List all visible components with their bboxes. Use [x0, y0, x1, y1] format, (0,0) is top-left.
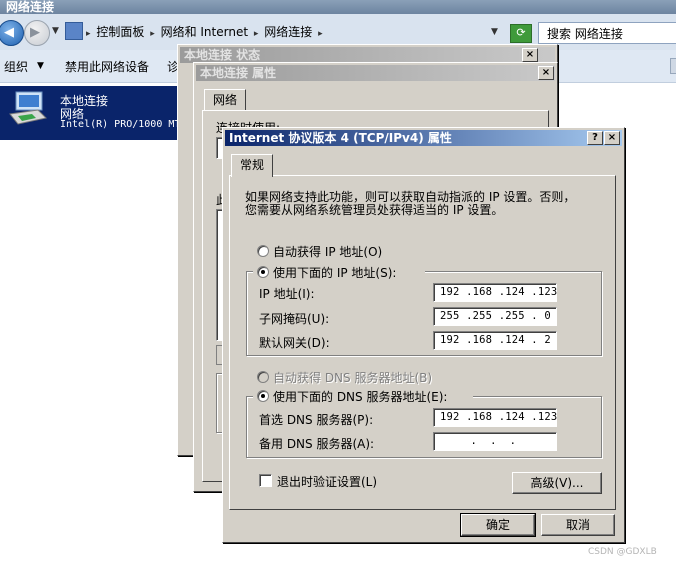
history-dropdown-icon[interactable]: ▼ — [52, 26, 59, 36]
organize-dropdown-icon[interactable]: ▼ — [37, 61, 44, 71]
manual-dns-label[interactable]: 使用下面的 DNS 服务器地址(E): — [273, 388, 447, 405]
properties-dialog-title: 本地连接 属性 — [196, 65, 555, 81]
subnet-mask-value: 255 .255 .255 . 0 — [440, 310, 551, 322]
alternate-dns-label: 备用 DNS 服务器(A): — [259, 437, 375, 451]
auto-dns-label[interactable]: 自动获得 DNS 服务器地址(B) — [273, 369, 432, 386]
ip-address-value: 192 .168 .124 .123 — [440, 286, 558, 298]
ipv4-close-button[interactable]: × — [604, 131, 620, 145]
subnet-mask-input[interactable]: 255 .255 .255 . 0 — [433, 307, 557, 326]
validate-label[interactable]: 退出时验证设置(L) — [277, 473, 377, 490]
watermark: CSDN @GDXLB — [588, 547, 657, 557]
tab-network[interactable]: 网络 — [204, 89, 247, 111]
status-close-button[interactable]: × — [522, 48, 538, 62]
search-input[interactable]: 搜索 网络连接 — [538, 22, 676, 44]
forward-button[interactable]: ▶ — [24, 20, 50, 46]
explorer-title-bar: 网络连接 — [0, 0, 676, 14]
back-arrow-icon: ◀ — [4, 25, 14, 40]
properties-dialog-title-text: 本地连接 属性 — [200, 66, 277, 80]
tab-general-label: 常规 — [240, 158, 265, 172]
ip-address-input[interactable]: 192 .168 .124 .123 — [433, 283, 557, 302]
auto-dns-radio[interactable] — [257, 371, 269, 383]
explorer-title: 网络连接 — [6, 0, 55, 14]
control-panel-icon — [65, 22, 83, 40]
manual-ip-radio[interactable] — [257, 266, 269, 278]
alternate-dns-input[interactable]: . . . — [433, 432, 557, 451]
ip-address-label: IP 地址(I): — [259, 287, 315, 301]
breadcrumb-item[interactable]: 网络和 Internet — [161, 25, 248, 39]
search-placeholder: 搜索 网络连接 — [547, 27, 623, 41]
forward-arrow-icon: ▶ — [30, 25, 40, 40]
description-line-2: 您需要从网络系统管理员处获得适当的 IP 设置。 — [245, 203, 504, 217]
preferred-dns-value: 192 .168 .124 .123 — [440, 411, 558, 423]
preferred-dns-label: 首选 DNS 服务器(P): — [259, 413, 374, 427]
refresh-icon: ⟳ — [516, 26, 526, 39]
preferred-dns-input[interactable]: 192 .168 .124 .123 — [433, 408, 557, 427]
address-dropdown-icon[interactable]: ▼ — [491, 27, 498, 37]
advanced-button[interactable]: 高级(V)... — [512, 472, 602, 494]
breadcrumb-item[interactable]: 控制面板 — [96, 25, 144, 39]
auto-ip-radio[interactable] — [257, 245, 269, 257]
manual-ip-label[interactable]: 使用下面的 IP 地址(S): — [273, 264, 396, 281]
view-options-icon[interactable] — [670, 58, 676, 74]
connection-item-local[interactable]: 本地连接 网络 Intel(R) PRO/1000 MT — [0, 86, 190, 140]
ipv4-dialog: Internet 协议版本 4 (TCP/IPv4) 属性 ? × 常规 如果网… — [222, 127, 625, 543]
manual-dns-radio[interactable] — [257, 390, 269, 402]
subnet-mask-label: 子网掩码(U): — [259, 312, 330, 326]
auto-ip-label[interactable]: 自动获得 IP 地址(O) — [273, 243, 382, 260]
breadcrumb[interactable]: ▸ 控制面板 ▸ 网络和 Internet ▸ 网络连接 ▸ — [86, 23, 325, 41]
breadcrumb-chevron-icon[interactable]: ▸ — [318, 29, 323, 39]
breadcrumb-chevron-icon[interactable]: ▸ — [86, 29, 91, 39]
ok-button[interactable]: 确定 — [460, 513, 536, 537]
tab-general[interactable]: 常规 — [231, 154, 274, 177]
help-button[interactable]: ? — [587, 131, 603, 145]
refresh-button[interactable]: ⟳ — [510, 24, 532, 43]
validate-checkbox[interactable] — [259, 474, 272, 487]
ipv4-dialog-title-text: Internet 协议版本 4 (TCP/IPv4) 属性 — [229, 131, 452, 145]
connection-adapter: Intel(R) PRO/1000 MT — [60, 119, 181, 130]
gateway-label: 默认网关(D): — [259, 336, 330, 350]
alternate-dns-value: . . . — [464, 435, 517, 447]
status-dialog-title: 本地连接 状态 — [180, 47, 555, 63]
breadcrumb-chevron-icon[interactable]: ▸ — [150, 29, 155, 39]
disable-device-button[interactable]: 禁用此网络设备 — [65, 58, 149, 75]
network-adapter-icon — [9, 91, 48, 125]
ipv4-dialog-title: Internet 协议版本 4 (TCP/IPv4) 属性 — [225, 130, 622, 146]
cancel-button[interactable]: 取消 — [541, 514, 615, 536]
gateway-value: 192 .168 .124 . 2 — [440, 334, 551, 346]
tab-network-label: 网络 — [213, 93, 238, 107]
status-dialog-title-text: 本地连接 状态 — [184, 48, 261, 62]
organize-menu-button[interactable]: 组织 — [4, 58, 28, 75]
breadcrumb-item[interactable]: 网络连接 — [264, 25, 312, 39]
breadcrumb-chevron-icon[interactable]: ▸ — [254, 29, 259, 39]
properties-close-button[interactable]: × — [538, 66, 554, 80]
gateway-input[interactable]: 192 .168 .124 . 2 — [433, 331, 557, 350]
